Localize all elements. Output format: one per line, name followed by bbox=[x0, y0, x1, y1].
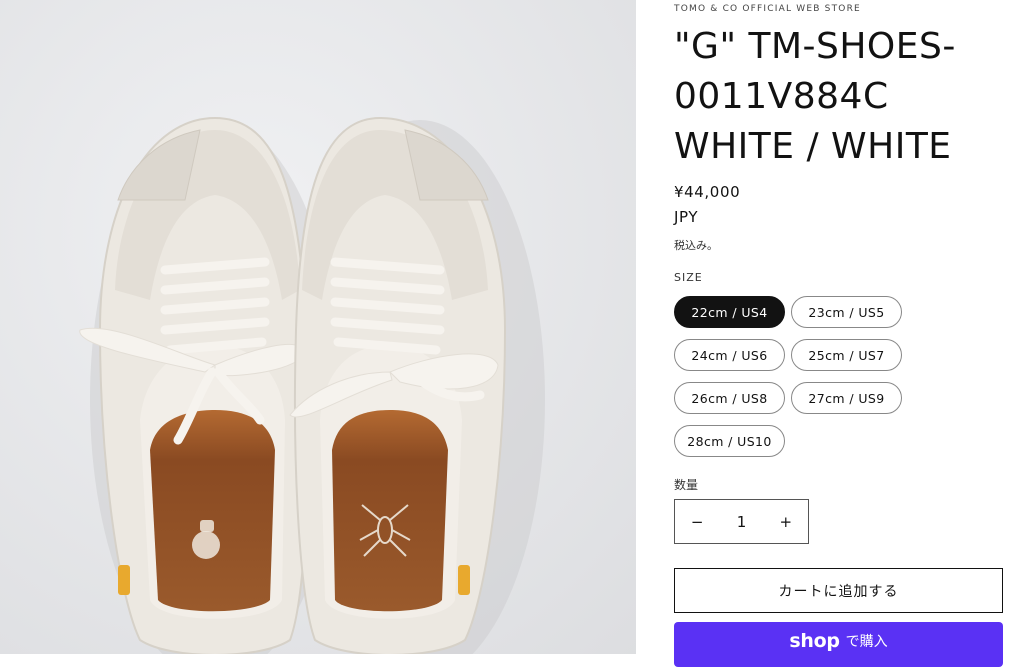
quantity-label: 数量 bbox=[674, 478, 699, 492]
right-shoe bbox=[289, 116, 507, 654]
product-page: TOMO & CO OFFICIAL WEB STORE "G" TM-SHOE… bbox=[0, 0, 1024, 667]
shop-pay-label: で購入 bbox=[845, 634, 888, 650]
vendor-label[interactable]: TOMO & CO OFFICIAL WEB STORE bbox=[674, 4, 861, 14]
size-option[interactable]: 25cm / US7 bbox=[791, 339, 902, 371]
quantity-increase-button[interactable]: + bbox=[764, 513, 808, 531]
product-price: ¥44,000 bbox=[674, 183, 741, 201]
quantity-stepper: − 1 + bbox=[674, 499, 809, 544]
add-to-cart-button[interactable]: カートに追加する bbox=[674, 568, 1003, 613]
quantity-input[interactable]: 1 bbox=[719, 513, 763, 531]
shop-pay-button[interactable]: shop で購入 bbox=[674, 622, 1003, 667]
product-title: "G" TM-SHOES-0011V884C WHITE / WHITE bbox=[674, 26, 956, 167]
size-option[interactable]: 26cm / US8 bbox=[674, 382, 785, 414]
currency-code: JPY bbox=[674, 208, 699, 226]
size-option[interactable]: 22cm / US4 bbox=[674, 296, 785, 328]
product-image[interactable] bbox=[0, 0, 636, 654]
shop-pay-logo: shop bbox=[789, 630, 840, 652]
size-option[interactable]: 23cm / US5 bbox=[791, 296, 902, 328]
size-label: SIZE bbox=[674, 271, 703, 284]
size-option[interactable]: 27cm / US9 bbox=[791, 382, 902, 414]
tax-note: 税込み。 bbox=[674, 239, 718, 252]
size-option[interactable]: 28cm / US10 bbox=[674, 425, 785, 457]
quantity-decrease-button[interactable]: − bbox=[675, 513, 719, 531]
size-option[interactable]: 24cm / US6 bbox=[674, 339, 785, 371]
